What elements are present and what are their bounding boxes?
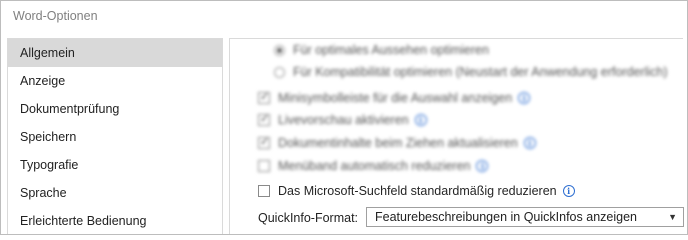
- cb-collapse-ribbon-label: Menüband automatisch reduzieren: [278, 159, 471, 173]
- radio-compat[interactable]: [274, 66, 285, 78]
- sidebar-item-anzeige[interactable]: Anzeige: [8, 67, 222, 95]
- cb-drag-update-label: Dokumentinhalte beim Ziehen aktualisiere…: [278, 136, 518, 150]
- cb-collapse-ribbon-row[interactable]: Menüband automatisch reduzieren i: [258, 159, 489, 173]
- chevron-down-icon[interactable]: ▼: [668, 208, 677, 226]
- radio-optimal-label: Für optimales Aussehen optimieren: [293, 43, 489, 57]
- cb-drag-update-row[interactable]: Dokumentinhalte beim Ziehen aktualisiere…: [258, 135, 536, 150]
- cb-livepreview-row[interactable]: Livevorschau aktivieren i: [258, 112, 427, 127]
- info-icon[interactable]: i: [562, 185, 575, 197]
- cb-search-collapse[interactable]: [258, 185, 270, 197]
- sidebar-item-speichern[interactable]: Speichern: [8, 123, 222, 151]
- cb-drag-update[interactable]: [258, 135, 270, 149]
- cb-livepreview-label: Livevorschau aktivieren: [278, 113, 409, 127]
- cb-collapse-ribbon[interactable]: [258, 160, 270, 172]
- cb-minitoolbar-row[interactable]: Minisymbolleiste für die Auswahl anzeige…: [258, 90, 531, 105]
- quickinfo-format-value: Featurebeschreibungen in QuickInfos anze…: [375, 210, 637, 224]
- info-icon[interactable]: i: [476, 160, 489, 172]
- sidebar-item-sprache[interactable]: Sprache: [8, 179, 222, 207]
- cb-search-collapse-row[interactable]: Das Microsoft-Suchfeld standardmäßig red…: [258, 184, 575, 198]
- word-options-dialog: Word-Optionen Allgemein Anzeige Dokument…: [0, 0, 688, 235]
- radio-optimal-row[interactable]: Für optimales Aussehen optimieren: [274, 43, 489, 57]
- options-sidebar: Allgemein Anzeige Dokumentprüfung Speich…: [7, 38, 223, 234]
- quickinfo-label: QuickInfo-Format:: [258, 211, 359, 225]
- cb-minitoolbar-label: Minisymbolleiste für die Auswahl anzeige…: [278, 91, 513, 105]
- cb-search-collapse-label: Das Microsoft-Suchfeld standardmäßig red…: [278, 184, 557, 198]
- info-icon[interactable]: i: [523, 137, 536, 149]
- dialog-title: Word-Optionen: [13, 9, 98, 23]
- radio-compat-row[interactable]: Für Kompatibilität optimieren (Neustart …: [274, 65, 667, 79]
- sidebar-item-erleichterte-bedienung[interactable]: Erleichterte Bedienung: [8, 207, 222, 234]
- sidebar-item-typografie[interactable]: Typografie: [8, 151, 222, 179]
- radio-compat-label: Für Kompatibilität optimieren (Neustart …: [293, 65, 668, 79]
- sidebar-item-dokumentpruefung[interactable]: Dokumentprüfung: [8, 95, 222, 123]
- cb-minitoolbar[interactable]: [258, 90, 270, 104]
- cb-livepreview[interactable]: [258, 112, 270, 126]
- sidebar-item-allgemein[interactable]: Allgemein: [8, 39, 222, 67]
- info-icon[interactable]: i: [518, 92, 531, 104]
- options-content: Für optimales Aussehen optimieren Für Ko…: [229, 38, 684, 234]
- quickinfo-format-select[interactable]: Featurebeschreibungen in QuickInfos anze…: [366, 207, 684, 227]
- info-icon[interactable]: i: [414, 114, 427, 126]
- radio-optimal[interactable]: [274, 44, 285, 56]
